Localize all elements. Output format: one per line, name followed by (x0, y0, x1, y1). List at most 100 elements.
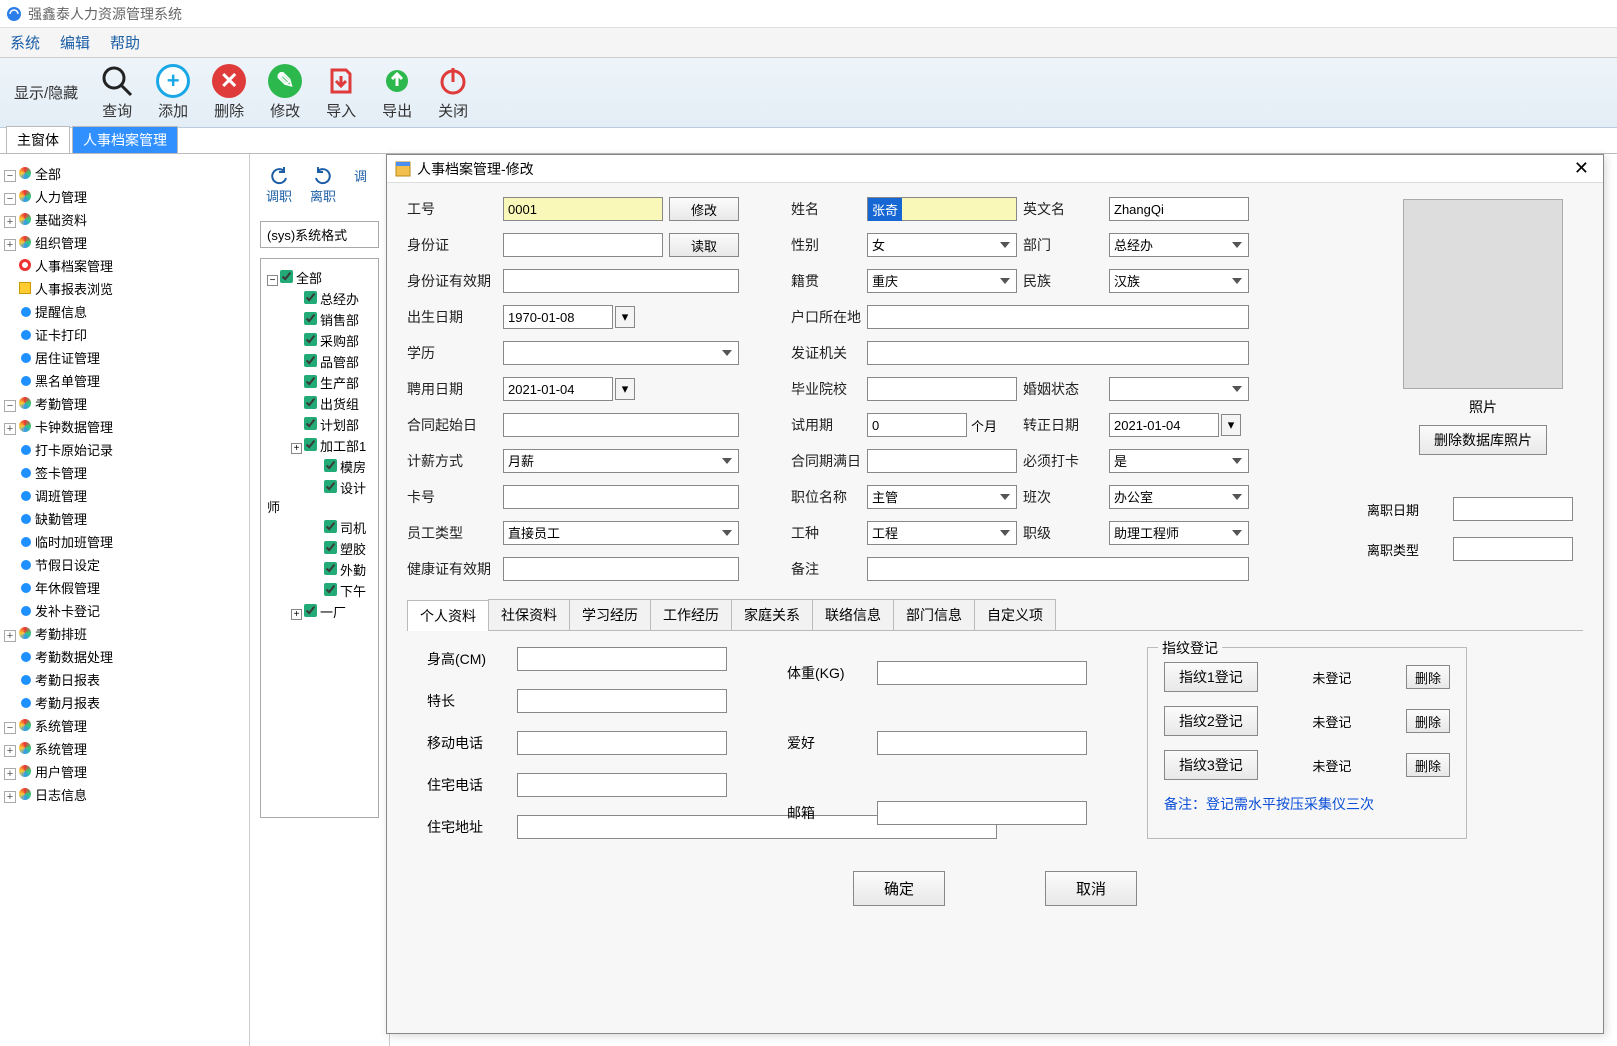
btn-fp3-del[interactable]: 删除 (1406, 753, 1450, 777)
mid-transfer[interactable]: 调职 (266, 166, 292, 205)
inp-cardno[interactable] (503, 485, 739, 509)
dept-item[interactable]: 设计师 (267, 477, 372, 517)
inp-idno[interactable] (503, 233, 663, 257)
dept-item[interactable]: 计划部 (267, 414, 372, 435)
dept-checkbox[interactable] (304, 438, 317, 451)
nav-att-12[interactable]: 考勤月报表 (4, 691, 245, 714)
tb-edit[interactable]: ✎ 修改 (268, 64, 302, 121)
nav-att-3[interactable]: 调班管理 (4, 484, 245, 507)
inp-birth[interactable] (503, 305, 613, 329)
dept-item[interactable]: −全部 (267, 267, 372, 288)
calendar-icon[interactable]: ▾ (1221, 414, 1241, 436)
inp-homephone[interactable] (517, 773, 727, 797)
subtab-1[interactable]: 社保资料 (488, 599, 570, 630)
nav-root[interactable]: −全部 (4, 162, 245, 185)
dept-item[interactable]: 采购部 (267, 330, 372, 351)
dept-item[interactable]: +加工部1 (267, 435, 372, 456)
subtab-0[interactable]: 个人资料 (407, 600, 489, 631)
photo[interactable] (1403, 199, 1563, 389)
sel-dept[interactable]: 总经办 (1109, 233, 1249, 257)
nav-hr[interactable]: −人力管理 (4, 185, 245, 208)
inp-contractend[interactable] (867, 449, 1017, 473)
nav-hr-4[interactable]: 提醒信息 (4, 300, 245, 323)
nav-att-5[interactable]: 临时加班管理 (4, 530, 245, 553)
inp-specialty[interactable] (517, 689, 727, 713)
nav-att-6[interactable]: 节假日设定 (4, 553, 245, 576)
subtab-3[interactable]: 工作经历 (650, 599, 732, 630)
sel-salarytype[interactable]: 月薪 (503, 449, 739, 473)
dept-item[interactable]: 外勤 (267, 559, 372, 580)
subtab-4[interactable]: 家庭关系 (731, 599, 813, 630)
nav-sys-1[interactable]: +用户管理 (4, 760, 245, 783)
calendar-icon[interactable]: ▾ (615, 378, 635, 400)
dept-checklist[interactable]: −全部总经办销售部采购部品管部生产部出货组计划部+加工部1模房设计师司机塑胶外勤… (260, 258, 379, 818)
tab-main[interactable]: 主窗体 (6, 126, 70, 153)
inp-idvalid[interactable] (503, 269, 739, 293)
sel-edu[interactable] (503, 341, 739, 365)
dept-checkbox[interactable] (324, 520, 337, 533)
sel-position[interactable]: 主管 (867, 485, 1017, 509)
sys-format[interactable]: (sys)系统格式 (260, 221, 379, 248)
sel-native[interactable]: 重庆 (867, 269, 1017, 293)
inp-height[interactable] (517, 647, 727, 671)
nav-att-1[interactable]: 打卡原始记录 (4, 438, 245, 461)
nav-att-11[interactable]: 考勤日报表 (4, 668, 245, 691)
dept-item[interactable]: 出货组 (267, 393, 372, 414)
sel-nation[interactable]: 汉族 (1109, 269, 1249, 293)
inp-remark[interactable] (867, 557, 1249, 581)
dept-item[interactable]: 品管部 (267, 351, 372, 372)
dept-checkbox[interactable] (304, 396, 317, 409)
inp-email[interactable] (877, 801, 1087, 825)
subtab-7[interactable]: 自定义项 (974, 599, 1056, 630)
dept-item[interactable]: 司机 (267, 517, 372, 538)
inp-hire[interactable] (503, 377, 613, 401)
nav-hr-6[interactable]: 居住证管理 (4, 346, 245, 369)
inp-mobile[interactable] (517, 731, 727, 755)
inp-contractstart[interactable] (503, 413, 739, 437)
sel-emptype[interactable]: 直接员工 (503, 521, 739, 545)
nav-att-2[interactable]: 签卡管理 (4, 461, 245, 484)
btn-fp2-del[interactable]: 删除 (1406, 709, 1450, 733)
menu-edit[interactable]: 编辑 (60, 32, 90, 53)
btn-fp1-del[interactable]: 删除 (1406, 665, 1450, 689)
inp-issuer[interactable] (867, 341, 1249, 365)
tb-export[interactable]: 导出 (380, 64, 414, 121)
show-hide-label[interactable]: 显示/隐藏 (14, 82, 78, 103)
btn-cancel[interactable]: 取消 (1045, 871, 1137, 906)
nav-att-0[interactable]: +卡钟数据管理 (4, 415, 245, 438)
dept-checkbox[interactable] (304, 291, 317, 304)
inp-enname[interactable] (1109, 197, 1249, 221)
inp-hobby[interactable] (877, 731, 1087, 755)
nav-hr-5[interactable]: 证卡打印 (4, 323, 245, 346)
subtab-2[interactable]: 学习经历 (569, 599, 651, 630)
dept-checkbox[interactable] (324, 562, 337, 575)
mid-leave[interactable]: 离职 (310, 166, 336, 205)
dept-item[interactable]: 塑胶 (267, 538, 372, 559)
btn-fp1[interactable]: 指纹1登记 (1164, 662, 1258, 692)
nav-att-8[interactable]: 发补卡登记 (4, 599, 245, 622)
btn-ok[interactable]: 确定 (853, 871, 945, 906)
nav-hr-7[interactable]: 黑名单管理 (4, 369, 245, 392)
tb-search[interactable]: 查询 (100, 64, 134, 121)
dept-item[interactable]: 模房 (267, 456, 372, 477)
nav-hr-0[interactable]: +基础资料 (4, 208, 245, 231)
dept-checkbox[interactable] (304, 417, 317, 430)
btn-fp3[interactable]: 指纹3登记 (1164, 750, 1258, 780)
sel-worktype[interactable]: 工程 (867, 521, 1017, 545)
close-icon[interactable]: ✕ (1568, 158, 1595, 179)
dept-checkbox[interactable] (324, 583, 337, 596)
btn-fp2[interactable]: 指纹2登记 (1164, 706, 1258, 736)
sel-marriage[interactable] (1109, 377, 1249, 401)
inp-probation[interactable] (867, 413, 967, 437)
inp-leavetype[interactable] (1453, 537, 1573, 561)
nav-att-7[interactable]: 年休假管理 (4, 576, 245, 599)
nav-att-4[interactable]: 缺勤管理 (4, 507, 245, 530)
btn-read[interactable]: 读取 (669, 233, 739, 257)
nav-att-10[interactable]: 考勤数据处理 (4, 645, 245, 668)
inp-leavedate[interactable] (1453, 497, 1573, 521)
dept-checkbox[interactable] (304, 604, 317, 617)
tb-import[interactable]: 导入 (324, 64, 358, 121)
nav-sys[interactable]: −系统管理 (4, 714, 245, 737)
subtab-5[interactable]: 联络信息 (812, 599, 894, 630)
inp-hukou[interactable] (867, 305, 1249, 329)
